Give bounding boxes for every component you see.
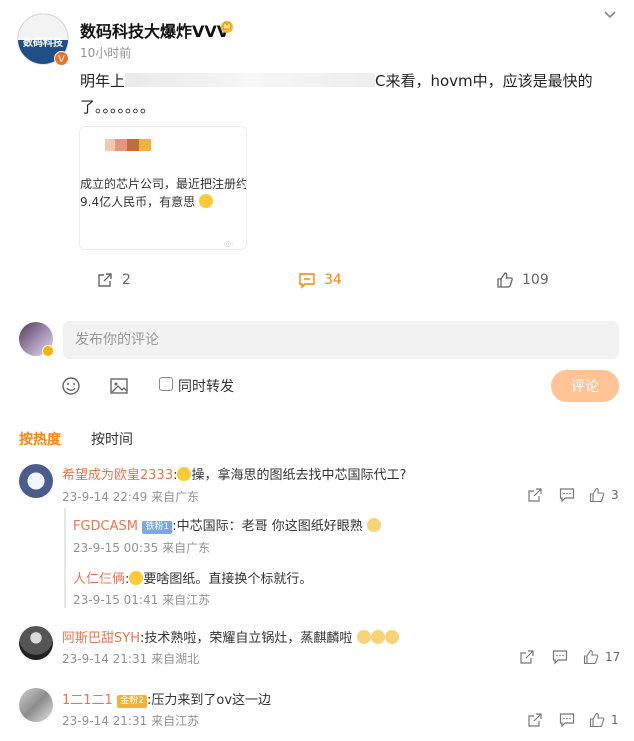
like-count: 3 bbox=[611, 488, 619, 502]
reply-text: :中芯国际：老哥 你这图纸好眼熟 bbox=[172, 519, 363, 534]
reply-text: 要啥图纸。直接换个标就行。 bbox=[143, 572, 313, 587]
repost-count: 2 bbox=[122, 272, 131, 288]
comment-text: 操，拿海思的图纸去找中芯国际代工? bbox=[191, 468, 407, 483]
repost-checkbox[interactable] bbox=[159, 377, 173, 391]
like-action[interactable]: 109 bbox=[496, 268, 549, 292]
reply-user[interactable]: FGDCASM bbox=[73, 519, 138, 534]
sweat-emoji-icon bbox=[177, 467, 192, 481]
avatar-text: 数码科技 bbox=[23, 38, 63, 49]
smile-emoji-icon bbox=[198, 194, 213, 208]
like-count: 1 bbox=[611, 713, 619, 727]
verified-badge: V bbox=[54, 51, 69, 66]
post-body: 明年上 C来看，hovm中，应该是最快的 了。。。。。。。 bbox=[80, 68, 610, 120]
emoji-icon[interactable] bbox=[60, 375, 82, 397]
reply-share-icon[interactable] bbox=[527, 712, 543, 728]
card-swatch bbox=[115, 139, 127, 151]
post-text-prefix: 明年上 bbox=[80, 72, 126, 90]
like-icon bbox=[497, 272, 513, 288]
reply-row: 人仁仨俩: 要啥图纸。直接换个标就行。 bbox=[73, 571, 313, 587]
card-swatch bbox=[105, 139, 115, 151]
comment-row: 1二1二1 金粉2:压力来到了ov这一边 bbox=[62, 689, 271, 709]
cat-emoji-icon bbox=[370, 630, 385, 644]
reply-meta: 23-9-15 00:35 来自广东 bbox=[73, 541, 211, 555]
comment-user[interactable]: 1二1二1 bbox=[62, 693, 113, 708]
comment-row: 阿斯巴甜SYH:技术熟啦，荣耀自立锅灶，蒸麒麟啦 bbox=[62, 627, 399, 647]
like-count: 17 bbox=[605, 650, 621, 664]
comment-icon[interactable] bbox=[559, 487, 575, 503]
post-time: 10小时前 bbox=[80, 46, 132, 60]
comment-meta: 23-9-14 21:31 来自江苏 bbox=[62, 714, 200, 728]
reply-share-icon[interactable] bbox=[527, 487, 543, 503]
comment-user[interactable]: 阿斯巴甜SYH bbox=[62, 631, 140, 646]
submit-comment-button[interactable]: 评论 bbox=[551, 370, 619, 402]
card-swatch bbox=[139, 139, 151, 151]
reply-share-icon[interactable] bbox=[519, 649, 535, 665]
comment-avatar[interactable] bbox=[19, 688, 53, 722]
image-icon[interactable] bbox=[108, 375, 130, 397]
comment-time: 23-9-14 22:49 bbox=[62, 490, 148, 504]
post-text-line2: 了。。。。。。。 bbox=[80, 98, 156, 116]
tab-time[interactable]: 按时间 bbox=[91, 429, 133, 449]
comment-count: 34 bbox=[324, 272, 342, 288]
reply-row: FGDCASM 铁粉1:中芯国际：老哥 你这图纸好眼熟 bbox=[73, 515, 382, 535]
think-emoji-icon bbox=[129, 571, 144, 585]
like-icon[interactable] bbox=[589, 487, 605, 503]
repost-icon bbox=[98, 273, 112, 287]
watermark: ◎◦ bbox=[224, 239, 234, 248]
comment-meta: 23-9-14 21:31 来自湖北 bbox=[62, 652, 200, 666]
comment-input[interactable] bbox=[63, 321, 619, 359]
comment-row: 希望成为欧皇2333: 操，拿海思的图纸去找中芯国际代工? bbox=[62, 467, 407, 483]
comment-icon bbox=[299, 273, 315, 289]
comment-meta: 23-9-14 22:49 来自广东 bbox=[62, 488, 199, 505]
cat-emoji-icon bbox=[384, 630, 399, 644]
comment-text: :压力来到了ov这一边 bbox=[147, 693, 272, 708]
link-card[interactable]: 成立的芯片公司，最近把注册约9.4亿人民币，有意思 ◎◦ bbox=[79, 126, 247, 250]
comment-avatar[interactable] bbox=[19, 626, 53, 660]
like-count: 109 bbox=[522, 272, 549, 288]
post-text-suffix: C来看，hovm中，应该是最快的 bbox=[375, 72, 593, 90]
card-text: 成立的芯片公司，最近把注册约9.4亿人民币，有意思 bbox=[80, 177, 247, 209]
cat-emoji-icon bbox=[356, 630, 371, 644]
author-name[interactable]: 数码科技大爆炸VVV bbox=[80, 18, 229, 42]
repost-action[interactable]: 2 bbox=[96, 268, 131, 292]
blurred-text bbox=[125, 73, 376, 87]
comment-user[interactable]: 希望成为欧皇2333 bbox=[62, 468, 173, 483]
comment-icon[interactable] bbox=[552, 649, 568, 665]
fan-badge: 金粉2 bbox=[117, 695, 148, 708]
reply-meta: 23-9-15 01:41 来自江苏 bbox=[73, 593, 211, 607]
card-swatch bbox=[127, 139, 139, 151]
tab-hot[interactable]: 按热度 bbox=[19, 429, 61, 449]
reply-thread-line bbox=[64, 508, 66, 608]
comment-text: :技术熟啦，荣耀自立锅灶，蒸麒麟啦 bbox=[139, 631, 353, 646]
reply-user[interactable]: 人仁仨俩 bbox=[73, 572, 125, 587]
comment-avatar[interactable] bbox=[19, 464, 53, 498]
vip-badge bbox=[42, 345, 54, 357]
comment-action[interactable]: 34 bbox=[298, 268, 342, 292]
comment-location: 来自广东 bbox=[151, 490, 200, 504]
repost-label: 同时转发 bbox=[178, 379, 234, 395]
cat-emoji-icon bbox=[367, 518, 382, 532]
fan-badge: 铁粉1 bbox=[142, 521, 173, 534]
like-icon[interactable] bbox=[589, 712, 605, 728]
crown-icon bbox=[221, 21, 233, 33]
comment-icon[interactable] bbox=[559, 712, 575, 728]
like-icon[interactable] bbox=[583, 649, 599, 665]
chevron-down-icon[interactable] bbox=[603, 9, 617, 21]
